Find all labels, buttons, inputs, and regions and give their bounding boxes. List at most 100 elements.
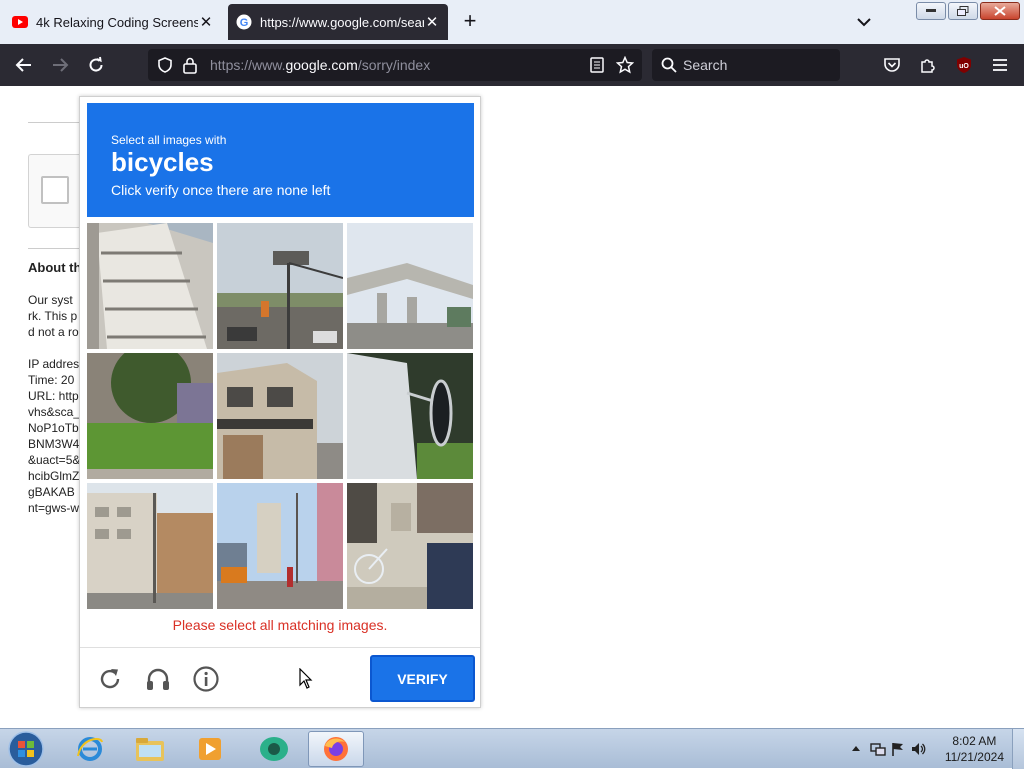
- system-tray: 8:02 AM 11/21/2024: [834, 729, 1024, 769]
- search-placeholder: Search: [683, 57, 728, 73]
- truck-mirror-image: [347, 353, 473, 479]
- text-line: NoP1oTb: [28, 421, 79, 435]
- apartment-building-image: [87, 223, 213, 349]
- minimize-button[interactable]: [916, 2, 946, 20]
- hedge-and-tree-image: [87, 353, 213, 479]
- text-line: gBAKAB: [28, 485, 75, 499]
- buildings-street-image: [87, 483, 213, 609]
- image-tile[interactable]: [87, 483, 213, 609]
- text-line: nt=gws-w: [28, 501, 80, 515]
- windows-taskbar: 8:02 AM 11/21/2024: [0, 728, 1024, 769]
- new-tab-button[interactable]: +: [458, 10, 482, 34]
- taskbar-app[interactable]: [246, 731, 302, 767]
- reader-view-icon[interactable]: [590, 57, 604, 73]
- start-button[interactable]: [6, 730, 46, 768]
- lock-icon[interactable]: [182, 56, 198, 74]
- bicycle-by-wall-image: [347, 483, 473, 609]
- mouse-cursor-icon: [299, 668, 313, 689]
- youtube-icon: [12, 14, 28, 30]
- close-tab-icon[interactable]: ✕: [424, 13, 440, 31]
- back-arrow-icon: [15, 58, 31, 72]
- close-tab-icon[interactable]: ✕: [198, 13, 214, 31]
- error-message: Please select all matching images.: [172, 617, 388, 633]
- taskbar-internet-explorer[interactable]: [62, 731, 118, 767]
- url-text[interactable]: https://www.google.com/sorry/index: [210, 57, 430, 73]
- text-line: vhs&sca_: [28, 405, 81, 419]
- elevated-highway-image: [347, 223, 473, 349]
- image-tile[interactable]: [87, 223, 213, 349]
- image-tile[interactable]: [347, 353, 473, 479]
- text-line: &uact=5&: [28, 453, 81, 467]
- taskbar-media-player[interactable]: [182, 731, 238, 767]
- firefox-icon: [324, 737, 348, 761]
- headphones-icon: [147, 668, 169, 690]
- about-paragraph: Our syst rk. This p d not a ro: [28, 292, 79, 340]
- network-icon[interactable]: [870, 741, 886, 757]
- image-tile[interactable]: [217, 353, 343, 479]
- show-desktop-button[interactable]: [1012, 729, 1024, 769]
- street-traffic-light-image: [217, 223, 343, 349]
- svg-text:G: G: [240, 17, 249, 29]
- url-host: google.com: [285, 57, 358, 73]
- request-details: IP addres Time: 20 URL: http vhs&sca_ No…: [28, 356, 80, 516]
- bookmark-star-icon[interactable]: [616, 56, 634, 74]
- reload-challenge-button[interactable]: [96, 665, 124, 693]
- ublock-origin-button[interactable]: uO: [952, 53, 976, 77]
- challenge-header: Select all images with bicycles Click ve…: [87, 103, 474, 217]
- maximize-button[interactable]: [948, 2, 978, 20]
- show-hidden-icons-icon[interactable]: [848, 741, 864, 757]
- menu-button[interactable]: [988, 53, 1012, 77]
- close-window-button[interactable]: [980, 2, 1020, 20]
- taskbar-firefox[interactable]: [308, 731, 364, 767]
- windows-logo-icon: [8, 731, 44, 767]
- taskbar-file-explorer[interactable]: [122, 731, 178, 767]
- text-line: Our syst: [28, 293, 73, 307]
- residential-house-image: [217, 353, 343, 479]
- volume-icon[interactable]: [910, 741, 926, 757]
- text-line: hcibGlmZ: [28, 469, 80, 483]
- app-icon: [260, 737, 288, 761]
- recaptcha-challenge: Select all images with bicycles Click ve…: [79, 96, 481, 708]
- ublock-icon: uO: [957, 57, 971, 73]
- forward-button[interactable]: [48, 53, 72, 77]
- shield-icon[interactable]: [156, 56, 174, 74]
- extensions-button[interactable]: [916, 53, 940, 77]
- reload-icon: [89, 56, 103, 72]
- text-line: IP addres: [28, 357, 80, 371]
- url-path: /sorry/index: [357, 57, 431, 73]
- action-center-flag-icon[interactable]: [890, 741, 906, 757]
- refresh-icon: [100, 669, 120, 689]
- window-controls: [916, 2, 1020, 20]
- media-player-icon: [199, 738, 221, 760]
- image-tile[interactable]: [217, 483, 343, 609]
- search-input[interactable]: Search: [652, 49, 840, 81]
- file-explorer-icon: [136, 738, 164, 761]
- image-tile[interactable]: [347, 483, 473, 609]
- reload-button[interactable]: [84, 53, 108, 77]
- list-tabs-button[interactable]: [852, 10, 876, 34]
- audio-challenge-button[interactable]: [144, 665, 172, 693]
- text-line: BNM3W4: [28, 437, 80, 451]
- recaptcha-checkbox[interactable]: [41, 176, 69, 204]
- url-bar[interactable]: https://www.google.com/sorry/index: [148, 49, 642, 81]
- target-object: bicycles: [111, 147, 214, 177]
- back-button[interactable]: [12, 53, 36, 77]
- internet-explorer-icon: [77, 737, 103, 761]
- image-tile[interactable]: [217, 223, 343, 349]
- tab-youtube[interactable]: 4k Relaxing Coding Screensaver ✕: [4, 4, 222, 40]
- verify-button[interactable]: VERIFY: [370, 655, 475, 702]
- tab-title: https://www.google.com/search: [260, 14, 424, 30]
- clock-date: 11/21/2024: [944, 750, 1004, 764]
- tab-title: 4k Relaxing Coding Screensaver: [36, 14, 198, 30]
- info-button[interactable]: [192, 665, 220, 693]
- pocket-button[interactable]: [880, 53, 904, 77]
- image-tile[interactable]: [347, 223, 473, 349]
- puzzle-icon: [921, 59, 935, 73]
- about-heading: About th: [28, 260, 82, 275]
- divider: [80, 647, 480, 648]
- image-tile[interactable]: [87, 353, 213, 479]
- clock[interactable]: 8:02 AM 11/21/2024: [945, 733, 1004, 765]
- instruction-subtext: Click verify once there are none left: [111, 182, 331, 198]
- navigation-toolbar: https://www.google.com/sorry/index Searc…: [0, 44, 1024, 86]
- tab-google[interactable]: G https://www.google.com/search ✕: [228, 4, 448, 40]
